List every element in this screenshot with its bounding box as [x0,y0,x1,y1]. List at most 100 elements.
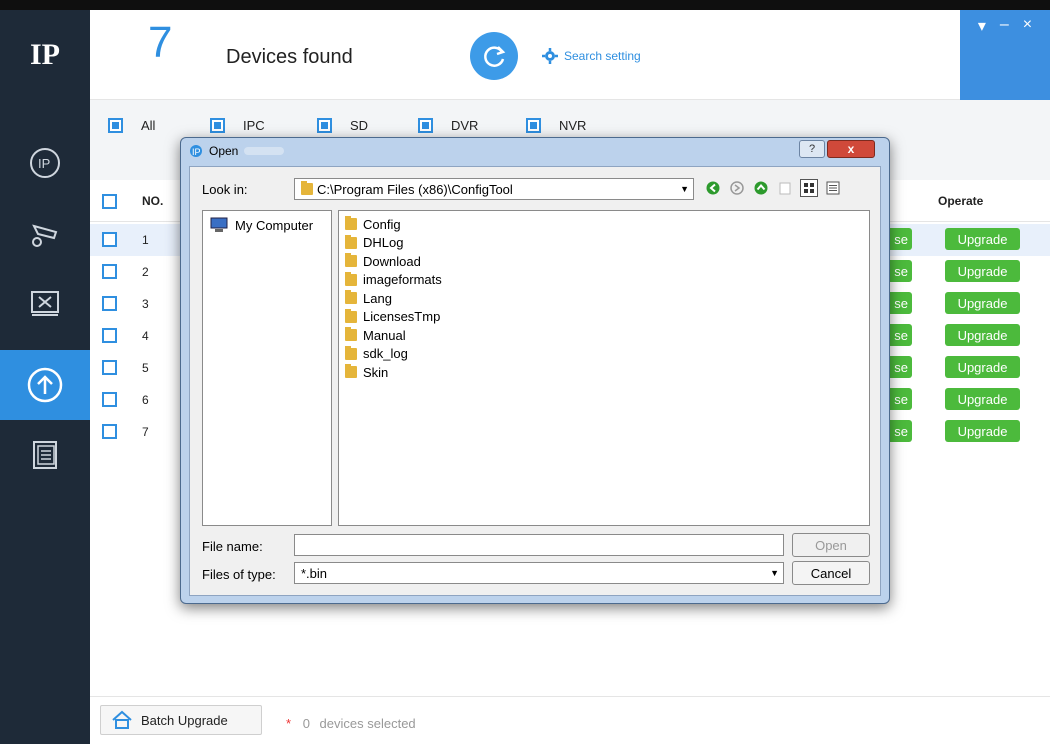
filter-label: IPC [243,118,265,133]
folder-icon [345,290,357,304]
camera-settings-icon[interactable] [0,198,90,268]
file-list: Config DHLog Download imageformats Lang Licen… [338,210,870,526]
help-button[interactable]: ? [799,140,825,158]
folder-label: Lang [363,290,392,306]
filter-sd[interactable]: SD [317,118,368,133]
row-checkbox[interactable] [102,264,117,279]
checkbox[interactable] [418,118,433,133]
tools-icon[interactable] [0,268,90,338]
checkbox[interactable] [210,118,225,133]
upgrade-icon[interactable] [0,350,90,420]
list-view-icon[interactable] [824,179,842,197]
menu-dropdown-icon[interactable]: ▾ [978,16,986,100]
row-checkbox[interactable] [102,360,117,375]
dialog-body: Look in: C:\Program Files (x86)\ConfigTo… [189,166,881,596]
checkbox[interactable] [526,118,541,133]
folder-item[interactable]: Download [345,252,421,270]
file-name-input[interactable] [294,534,784,556]
row-checkbox[interactable] [102,392,117,407]
files-of-type-combo[interactable]: *.bin ▼ [294,562,784,584]
open-file-dialog: IP Open ? x Look in: C:\Program Files (x… [180,137,890,604]
sidebar: IP IP [0,10,90,744]
document-list-icon[interactable] [0,420,90,490]
folder-item[interactable]: sdk_log [345,345,408,363]
title-blur [244,147,285,155]
filter-dvr[interactable]: DVR [418,118,478,133]
row-checkbox[interactable] [102,296,117,311]
batch-upgrade-button[interactable]: Batch Upgrade [100,705,262,735]
row-number: 3 [142,297,149,311]
col-no: NO. [142,194,164,208]
upgrade-button[interactable]: Upgrade [945,356,1020,378]
up-folder-icon[interactable] [752,179,770,197]
upgrade-button[interactable]: Upgrade [945,228,1020,250]
folder-item[interactable]: Lang [345,289,392,307]
back-icon[interactable] [704,179,722,197]
folder-label: imageformats [363,272,442,287]
row-checkbox[interactable] [102,232,117,247]
selection-info: * 0 devices selected [286,716,416,731]
refresh-icon [484,46,506,67]
folder-icon [345,253,357,267]
folder-item[interactable]: Manual [345,326,406,344]
upgrade-button[interactable]: Upgrade [945,260,1020,282]
place-my-computer[interactable]: My Computer [209,217,313,233]
folder-item[interactable]: LicensesTmp [345,308,440,326]
cancel-button[interactable]: Cancel [792,561,870,585]
folder-item[interactable]: DHLog [345,234,403,252]
refresh-button[interactable] [470,32,518,80]
devices-found-label: Devices found [226,46,353,68]
detail-view-icon[interactable] [800,179,818,197]
place-label: My Computer [235,217,314,233]
nav-toolbar [704,179,842,197]
filter-label: NVR [559,118,587,133]
folder-label: Manual [363,327,406,343]
filter-ipc[interactable]: IPC [210,118,265,133]
folder-label: Skin [363,364,389,380]
folder-icon [345,327,357,341]
folder-label: sdk_log [363,346,408,361]
search-setting-link[interactable]: Search setting [542,48,641,64]
folder-icon [301,181,313,195]
close-icon[interactable]: × [1023,16,1032,100]
filter-all[interactable]: All [108,118,155,133]
gear-icon [542,48,558,64]
row-number: 7 [142,425,149,439]
look-in-value: C:\Program Files (x86)\ConfigTool [317,181,513,197]
folder-icon [345,308,357,323]
checkbox[interactable] [108,118,123,133]
folder-label: LicensesTmp [363,309,441,324]
dialog-title: Open [209,144,239,158]
new-folder-icon[interactable] [776,179,794,197]
folder-label: Config [363,216,401,232]
minimize-icon[interactable]: – [1000,16,1009,100]
row-number: 5 [142,361,149,375]
look-in-combo[interactable]: C:\Program Files (x86)\ConfigTool ▼ [294,178,694,200]
select-all-checkbox[interactable] [102,194,117,209]
ip-icon[interactable]: IP [0,128,90,198]
required-star: * [286,716,292,731]
app-icon: IP [190,145,202,157]
files-of-type-value: *.bin [301,565,328,581]
dialog-close-button[interactable]: x [827,140,875,158]
open-button[interactable]: Open [792,533,870,557]
folder-item[interactable]: Config [345,215,401,233]
svg-text:IP: IP [192,147,201,157]
upgrade-button[interactable]: Upgrade [945,420,1020,442]
folder-item[interactable]: imageformats [345,271,442,289]
upgrade-button[interactable]: Upgrade [945,292,1020,314]
upgrade-button[interactable]: Upgrade [945,388,1020,410]
checkbox[interactable] [317,118,332,133]
device-count: 7 [148,18,173,67]
row-checkbox[interactable] [102,328,117,343]
row-checkbox[interactable] [102,424,117,439]
forward-icon[interactable] [728,179,746,197]
row-number: 2 [142,265,149,279]
folder-item[interactable]: Skin [345,363,388,381]
upgrade-button[interactable]: Upgrade [945,324,1020,346]
filter-nvr[interactable]: NVR [526,118,586,133]
row-number: 1 [142,233,149,247]
dropdown-arrow-icon: ▼ [680,184,689,194]
look-in-label: Look in: [202,182,248,197]
filter-label: DVR [451,118,479,133]
